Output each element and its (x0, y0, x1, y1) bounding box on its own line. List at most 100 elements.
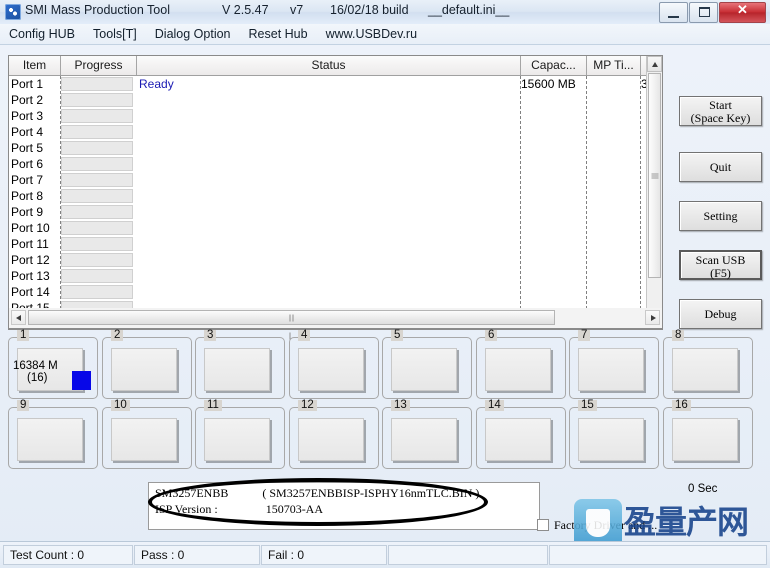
device-cell-number: 15 (578, 399, 597, 411)
scroll-up-button[interactable] (647, 56, 662, 72)
vertical-scroll-thumb[interactable] (648, 73, 661, 278)
setting-button[interactable]: Setting (679, 201, 762, 231)
table-row[interactable]: Port 9 (9, 204, 662, 220)
setting-button-label: Setting (703, 209, 738, 223)
scroll-left-button[interactable] (11, 310, 26, 325)
device-cell-slot (485, 348, 551, 391)
controller-name: SM3257ENBB (155, 486, 229, 500)
menu-bar: Config HUB Tools[T] Dialog Option Reset … (0, 24, 770, 45)
table-row[interactable]: Port 7 (9, 172, 662, 188)
factory-driver-checkbox[interactable] (537, 519, 549, 531)
device-cell[interactable]: 7 (569, 329, 659, 399)
quit-button[interactable]: Quit (679, 152, 762, 182)
row-item-label: Port 6 (11, 157, 44, 171)
window-controls: ✕ (658, 2, 766, 23)
table-row[interactable]: Port 8 (9, 188, 662, 204)
device-cell-slot (578, 418, 644, 461)
device-cell[interactable]: 16 (663, 399, 753, 469)
table-row[interactable]: Port 13 (9, 268, 662, 284)
device-cell[interactable]: 11 (195, 399, 285, 469)
start-button[interactable]: Start (Space Key) (679, 96, 762, 126)
chevron-left-icon (16, 314, 21, 321)
row-progress-bar (61, 205, 133, 219)
column-header-item[interactable]: Item (9, 56, 61, 75)
device-cell-number: 2 (111, 329, 124, 341)
device-cell[interactable]: 9 (8, 399, 98, 469)
device-cell-number: 1 (17, 329, 30, 341)
device-cell-status-led (72, 371, 91, 390)
device-cell[interactable]: 4 (289, 329, 379, 399)
table-row[interactable]: Port 10 (9, 220, 662, 236)
column-header-progress[interactable]: Progress (61, 56, 137, 75)
maximize-button[interactable] (689, 2, 718, 23)
device-cell[interactable]: 2 (102, 329, 192, 399)
row-progress-bar (61, 189, 133, 203)
column-header-status[interactable]: Status (137, 56, 521, 75)
device-cell-slot (578, 348, 644, 391)
device-cell[interactable]: 6 (476, 329, 566, 399)
table-row[interactable]: Port 11 (9, 236, 662, 252)
table-row[interactable]: Port 5 (9, 140, 662, 156)
table-row[interactable]: Port 12 (9, 252, 662, 268)
elapsed-time-label: 0 Sec (688, 483, 718, 495)
row-progress-bar (61, 77, 133, 91)
device-cell[interactable]: 3 (195, 329, 285, 399)
device-cell-number: 12 (298, 399, 317, 411)
table-row[interactable]: Port 3 (9, 108, 662, 124)
device-grid: 1 16384 M (16) 2 3 4 5 6 7 8 9 10 11 12 13 14 15 16 (8, 329, 762, 477)
device-cell[interactable]: 12 (289, 399, 379, 469)
menu-item-usbdev-link[interactable]: www.USBDev.ru (317, 24, 426, 42)
device-cell[interactable]: 14 (476, 399, 566, 469)
table-row[interactable]: Port 2 (9, 92, 662, 108)
device-cell[interactable]: 1 16384 M (16) (8, 329, 98, 399)
device-cell-slot (485, 418, 551, 461)
row-item-label: Port 7 (11, 173, 44, 187)
status-bar: Test Count : 0 Pass : 0 Fail : 0 (0, 541, 770, 568)
row-status-text: Ready (139, 77, 174, 91)
device-cell-number: 9 (17, 399, 30, 411)
row-progress-bar (61, 157, 133, 171)
column-header-capacity[interactable]: Capac... (521, 56, 587, 75)
device-cell[interactable]: 5 (382, 329, 472, 399)
status-extra (388, 545, 548, 565)
table-row[interactable]: Port 4 (9, 124, 662, 140)
list-horizontal-scrollbar[interactable] (8, 308, 663, 339)
row-item-label: Port 1 (11, 77, 44, 91)
status-extra-2 (549, 545, 767, 565)
device-cell[interactable]: 13 (382, 399, 472, 469)
horizontal-scroll-thumb[interactable] (28, 310, 555, 339)
row-item-label: Port 2 (11, 93, 44, 107)
window-build-date: 16/02/18 build (330, 3, 409, 17)
row-item-label: Port 10 (11, 221, 50, 235)
close-button[interactable]: ✕ (719, 2, 766, 23)
row-progress-bar (61, 125, 133, 139)
device-cell-capacity: 16384 M (13, 360, 58, 372)
device-cell-number: 6 (485, 329, 498, 341)
table-row[interactable]: Port 6 (9, 156, 662, 172)
device-cell-number: 14 (485, 399, 504, 411)
scroll-right-button[interactable] (645, 310, 660, 325)
table-row[interactable]: Port 14 (9, 284, 662, 300)
device-cell[interactable]: 15 (569, 399, 659, 469)
row-progress-bar (61, 141, 133, 155)
firmware-file-name: ( SM3257ENBBISP-ISPHY16nmTLC.BIN ) (262, 486, 480, 500)
menu-item-tools[interactable]: Tools[T] (84, 24, 146, 42)
factory-driver-label: Factory Driver and ... (554, 518, 658, 532)
window-variant: v7 (290, 3, 304, 17)
list-vertical-scrollbar[interactable] (646, 56, 662, 329)
device-cell[interactable]: 8 (663, 329, 753, 399)
port-list[interactable]: Item Progress Status Capac... MP Ti... P… (8, 55, 663, 330)
row-item-label: Port 3 (11, 109, 44, 123)
menu-item-config-hub[interactable]: Config HUB (0, 24, 84, 42)
device-cell[interactable]: 10 (102, 399, 192, 469)
debug-button[interactable]: Debug (679, 299, 762, 329)
row-progress-bar (61, 109, 133, 123)
scan-usb-button[interactable]: Scan USB (F5) (679, 250, 762, 280)
table-row[interactable]: Port 1Ready15600 MB32 (9, 76, 662, 92)
minimize-button[interactable] (659, 2, 688, 23)
menu-item-dialog-option[interactable]: Dialog Option (146, 24, 240, 42)
row-item-label: Port 9 (11, 205, 44, 219)
column-header-mp-time[interactable]: MP Ti... (587, 56, 641, 75)
window-title: SMI Mass Production Tool (25, 3, 170, 17)
menu-item-reset-hub[interactable]: Reset Hub (240, 24, 317, 42)
